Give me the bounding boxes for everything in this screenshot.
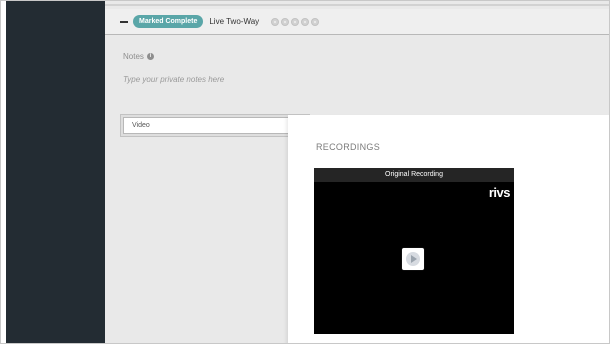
notes-label: Notes i [123,52,154,61]
status-badge: Marked Complete [133,15,204,28]
mode-label: Live Two-Way [209,17,260,26]
video-filter-select[interactable]: Video [123,117,303,134]
play-triangle-icon [411,255,417,263]
video-header: Original Recording [314,168,514,182]
rating-dot-icon[interactable] [291,17,300,26]
collapse-icon[interactable] [120,20,128,23]
notes-input[interactable]: Type your private notes here [123,75,224,84]
status-row: Marked Complete Live Two-Way [105,9,610,35]
rating-dot-icon[interactable] [311,17,320,26]
rivs-logo: rivs [488,185,511,200]
info-icon[interactable]: i [146,53,154,60]
recordings-panel: RECORDINGS Original Recording rivs [288,115,610,344]
top-divider [105,4,610,6]
recordings-title: RECORDINGS [316,142,381,152]
video-player[interactable]: Original Recording rivs [314,168,514,334]
sidebar [6,0,105,344]
rating-dot-icon[interactable] [281,17,290,26]
rating-dots[interactable] [271,17,320,26]
play-button[interactable] [402,248,424,270]
rating-dot-icon[interactable] [271,17,280,26]
notes-label-text: Notes [123,52,144,61]
rating-dot-icon[interactable] [301,17,310,26]
